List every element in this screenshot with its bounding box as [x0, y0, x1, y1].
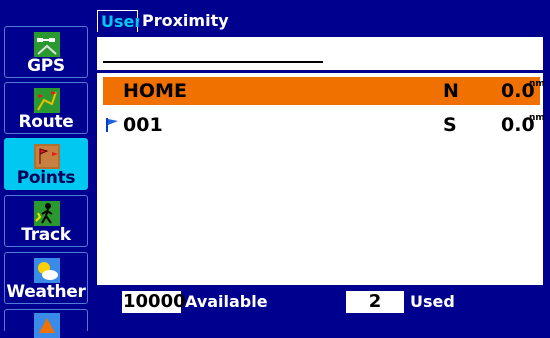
waypoint-unit: nm — [529, 113, 545, 123]
waypoint-direction: N — [443, 80, 459, 102]
sidebar-nav: GPS Route Points Track Weather — [0, 0, 94, 338]
waypoint-name: HOME — [123, 80, 187, 102]
nav-label-track: Track — [21, 225, 71, 245]
available-count: 10000 — [122, 291, 186, 313]
search-underline — [103, 61, 323, 63]
nav-item-next[interactable] — [4, 309, 88, 338]
points-flags-icon — [34, 144, 60, 169]
waypoint-list[interactable]: HOME N 0.0 nm 001 S 0.0 nm — [97, 73, 545, 285]
nav-label-points: Points — [16, 168, 76, 188]
tab-user[interactable]: User — [97, 10, 142, 32]
nav-label-route: Route — [18, 112, 74, 132]
nav-item-weather[interactable]: Weather — [4, 252, 88, 304]
search-field[interactable] — [97, 37, 543, 70]
waypoint-direction: S — [443, 114, 457, 136]
nav-label-gps: GPS — [27, 56, 65, 76]
used-count: 2 — [346, 291, 404, 313]
track-hiker-icon — [34, 201, 60, 226]
nav-item-track[interactable]: Track — [4, 195, 88, 247]
waypoint-name: 001 — [123, 114, 163, 136]
nav-item-points[interactable]: Points — [4, 138, 88, 190]
nav-label-weather: Weather — [6, 282, 86, 302]
waypoint-row-home[interactable]: HOME N 0.0 nm — [103, 77, 545, 105]
route-flags-icon — [34, 88, 60, 113]
nav-item-gps[interactable]: GPS — [4, 26, 88, 78]
blue-flag-icon — [106, 118, 118, 132]
nav-item-route[interactable]: Route — [4, 82, 88, 134]
partial-next-icon — [34, 313, 60, 338]
waypoint-row-001[interactable]: 001 S 0.0 nm — [103, 111, 545, 139]
used-label: Used — [410, 292, 455, 311]
available-label: Available — [185, 292, 268, 311]
waypoint-unit: nm — [529, 79, 545, 89]
tab-proximity[interactable]: Proximity — [139, 10, 229, 32]
gps-satellite-icon — [34, 32, 60, 57]
weather-sun-cloud-icon — [34, 258, 60, 283]
